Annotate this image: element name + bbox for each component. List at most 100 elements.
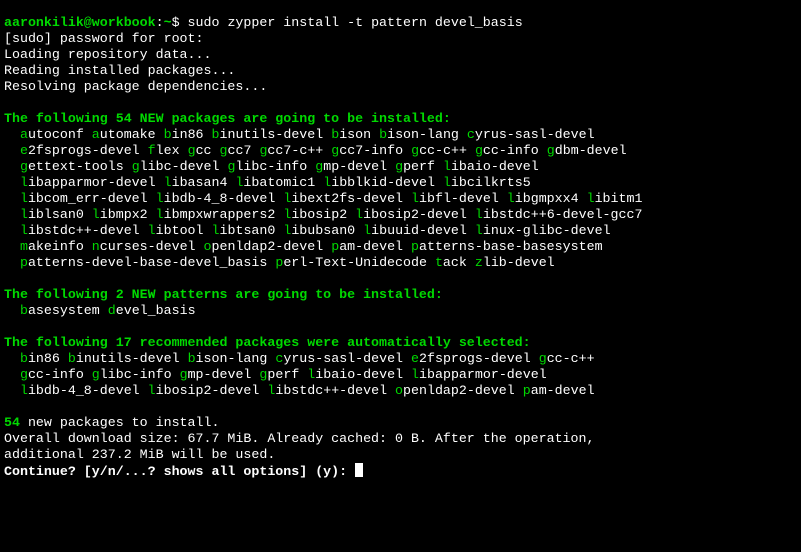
pkg-first-letter: g xyxy=(180,367,188,382)
pkg-first-letter: g xyxy=(92,367,100,382)
indent xyxy=(4,223,20,238)
indent xyxy=(4,207,20,222)
pkg-first-letter: g xyxy=(547,143,555,158)
pkg-rest: asesystem xyxy=(28,303,100,318)
pkg-first-letter: b xyxy=(20,303,28,318)
pkg-first-letter: l xyxy=(443,175,451,190)
pkg-row: patterns-devel-base-devel_basis perl-Tex… xyxy=(4,255,555,270)
pkg-first-letter: m xyxy=(20,239,28,254)
pkg-rest: ettext-tools xyxy=(28,159,124,174)
pkg-first-letter: l xyxy=(20,223,28,238)
pkg-rest: atterns-devel-base-devel_basis xyxy=(28,255,267,270)
pkg-first-letter: l xyxy=(20,191,28,206)
pkg-rest: utomake xyxy=(100,127,156,142)
output-line: Resolving package dependencies... xyxy=(4,79,267,94)
pkg-rest: atterns-base-basesystem xyxy=(419,239,603,254)
pkg-rest: am-devel xyxy=(531,383,595,398)
pkg-first-letter: g xyxy=(132,159,140,174)
pkg-first-letter: a xyxy=(92,127,100,142)
pkg-rest: penldap2-devel xyxy=(212,239,324,254)
pkg-rest: am-devel xyxy=(339,239,403,254)
pkg-rest: in86 xyxy=(28,351,60,366)
indent xyxy=(4,175,20,190)
pkg-row: gettext-tools glibc-devel glibc-info gmp… xyxy=(4,159,539,174)
summary-count-rest: new packages to install. xyxy=(20,415,220,430)
pkg-first-letter: p xyxy=(20,255,28,270)
pkg-first-letter: z xyxy=(475,255,483,270)
pkg-first-letter: b xyxy=(20,351,28,366)
pkg-first-letter: l xyxy=(587,191,595,206)
pkg-first-letter: g xyxy=(539,351,547,366)
pkg-rest: cc xyxy=(196,143,212,158)
pkg-rest: ibasan4 xyxy=(172,175,228,190)
pkg-rest: ibaio-devel xyxy=(315,367,403,382)
terminal-output: aaronkilik@workbook:~$ sudo zypper insta… xyxy=(0,13,801,482)
indent xyxy=(4,351,20,366)
pkg-first-letter: l xyxy=(411,367,419,382)
pkg-rest: libc-info xyxy=(235,159,307,174)
pkg-rest: cc7-c++ xyxy=(267,143,323,158)
pkg-rest: ibapparmor-devel xyxy=(419,367,547,382)
pkg-first-letter: l xyxy=(148,223,156,238)
pkg-rest: inutils-devel xyxy=(220,127,324,142)
pkg-first-letter: t xyxy=(435,255,443,270)
pkg-first-letter: g xyxy=(220,143,228,158)
summary-additional: additional 237.2 MiB will be used. xyxy=(4,447,275,462)
indent xyxy=(4,367,20,382)
pkg-rest: ison-lang xyxy=(196,351,268,366)
pkg-rest: ibatomic1 xyxy=(243,175,315,190)
pkg-first-letter: g xyxy=(20,159,28,174)
heading-recommended: The following 17 recommended packages we… xyxy=(4,335,531,350)
continue-prompt[interactable]: Continue? [y/n/...? shows all options] (… xyxy=(4,464,355,479)
pkg-rest: ibext2fs-devel xyxy=(291,191,403,206)
pkg-rest: ibcilkrts5 xyxy=(451,175,531,190)
pkg-rest: ibstdc++-devel xyxy=(28,223,140,238)
pkg-first-letter: g xyxy=(411,143,419,158)
pkg-first-letter: l xyxy=(156,191,164,206)
pkg-first-letter: d xyxy=(108,303,116,318)
pkg-rest: cc7-info xyxy=(339,143,403,158)
pkg-first-letter: g xyxy=(475,143,483,158)
output-line: [sudo] password for root: xyxy=(4,31,211,46)
pkg-rest: ibgmpxx4 xyxy=(515,191,579,206)
pkg-rest: ibstdc++6-devel-gcc7 xyxy=(483,207,643,222)
pkg-rest: iblsan0 xyxy=(28,207,84,222)
pkg-rest: cc-info xyxy=(483,143,539,158)
pkg-rest: yrus-sasl-devel xyxy=(283,351,403,366)
rec-row: bin86 binutils-devel bison-lang cyrus-sa… xyxy=(4,351,595,366)
pkg-rest: ison xyxy=(339,127,371,142)
pkg-first-letter: l xyxy=(212,223,220,238)
indent xyxy=(4,303,20,318)
pkg-first-letter: p xyxy=(331,239,339,254)
pkg-first-letter: g xyxy=(20,367,28,382)
rec-row: libdb-4_8-devel libosip2-devel libstdc++… xyxy=(4,383,595,398)
pkg-first-letter: p xyxy=(523,383,531,398)
output-line: Reading installed packages... xyxy=(4,63,235,78)
pkg-first-letter: g xyxy=(188,143,196,158)
pkg-rest: ibcom_err-devel xyxy=(28,191,148,206)
output-line: Loading repository data... xyxy=(4,47,211,62)
pkg-rest: ibosip2-devel xyxy=(363,207,467,222)
prompt-end: $ xyxy=(172,15,188,30)
pkg-first-letter: l xyxy=(363,223,371,238)
pkg-first-letter: l xyxy=(443,159,451,174)
pkg-rest: libc-info xyxy=(100,367,172,382)
indent xyxy=(4,191,20,206)
pkg-first-letter: b xyxy=(164,127,172,142)
pkg-first-letter: b xyxy=(68,351,76,366)
pkg-first-letter: b xyxy=(188,351,196,366)
pkg-rest: ibfl-devel xyxy=(419,191,499,206)
pkg-first-letter: a xyxy=(20,127,28,142)
cursor-block[interactable] xyxy=(355,463,363,477)
pkg-first-letter: l xyxy=(164,175,172,190)
pkg-rest: ibstdc++-devel xyxy=(275,383,387,398)
pkg-row: e2fsprogs-devel flex gcc gcc7 gcc7-c++ g… xyxy=(4,143,627,158)
pkg-first-letter: e xyxy=(20,143,28,158)
pkg-rest: ack xyxy=(443,255,467,270)
pkg-first-letter: n xyxy=(92,239,100,254)
pkg-rest: ibdb-4_8-devel xyxy=(28,383,140,398)
pkg-rest: ibdb-4_8-devel xyxy=(164,191,276,206)
pkg-rest: ison-lang xyxy=(387,127,459,142)
command-text: sudo zypper install -t pattern devel_bas… xyxy=(188,15,523,30)
prompt-user-host: aaronkilik@workbook xyxy=(4,15,156,30)
